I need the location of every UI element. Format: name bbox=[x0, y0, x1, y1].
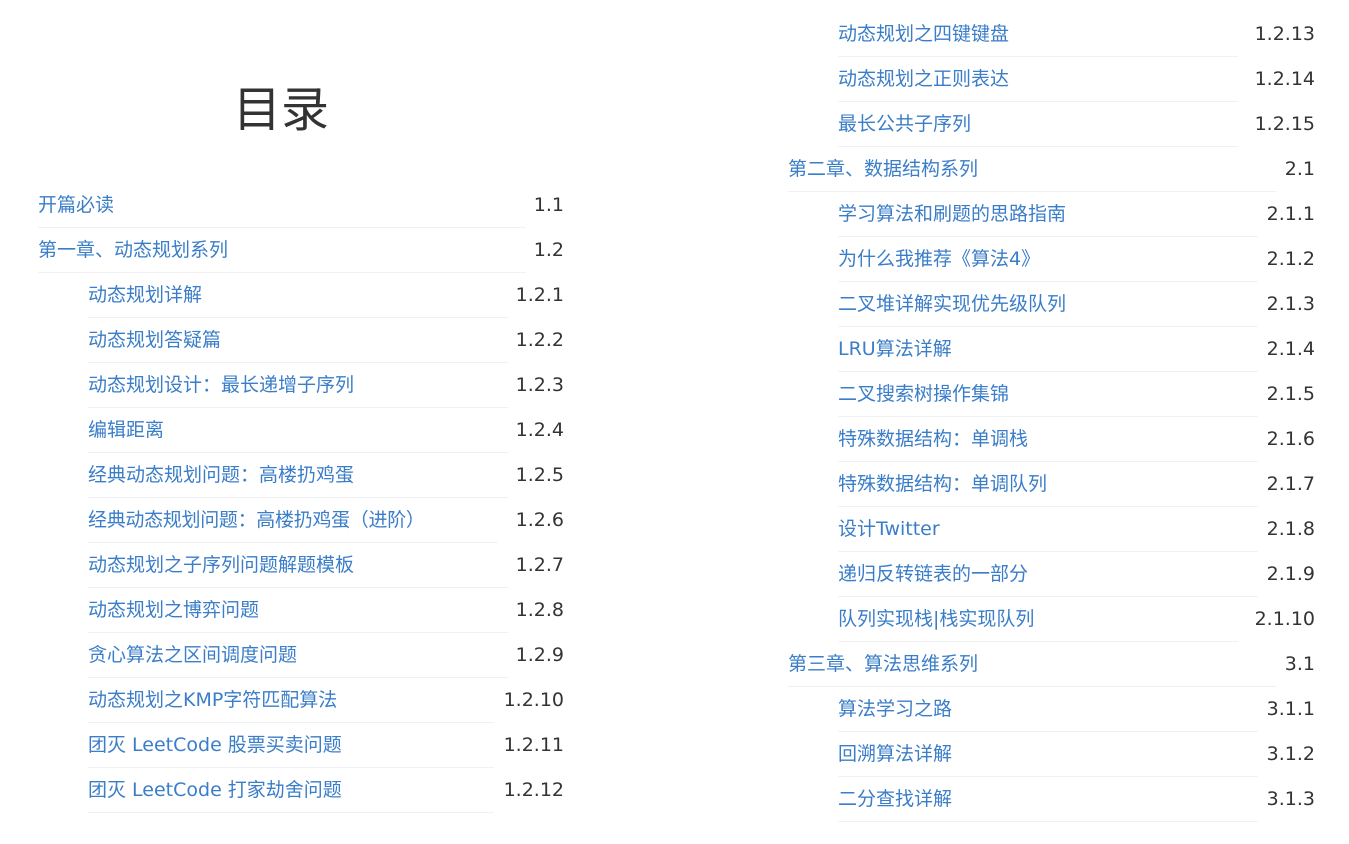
toc-entry: 回溯算法详解 3.1.2 bbox=[838, 732, 1315, 777]
toc-entry: 动态规划之四键键盘 1.2.13 bbox=[838, 12, 1315, 57]
toc-link[interactable]: 经典动态规划问题：高楼扔鸡蛋 bbox=[88, 453, 508, 498]
toc-link[interactable]: 二叉搜索树操作集锦 bbox=[838, 372, 1258, 417]
toc-entry: 动态规划之子序列问题解题模板 1.2.7 bbox=[88, 543, 564, 588]
toc-entry: 设计Twitter 2.1.8 bbox=[838, 507, 1315, 552]
toc-entry: 第三章、算法思维系列 3.1 bbox=[788, 642, 1315, 687]
toc-link[interactable]: LRU算法详解 bbox=[838, 327, 1258, 372]
toc-number: 1.2.9 bbox=[515, 644, 564, 666]
toc-link[interactable]: 开篇必读 bbox=[38, 183, 526, 228]
toc-entry: 递归反转链表的一部分 2.1.9 bbox=[838, 552, 1315, 597]
toc-link[interactable]: 动态规划之四键键盘 bbox=[838, 12, 1238, 57]
toc-link[interactable]: 队列实现栈|栈实现队列 bbox=[838, 597, 1238, 642]
toc-entry: 经典动态规划问题：高楼扔鸡蛋（进阶） 1.2.6 bbox=[88, 498, 564, 543]
toc-entry: 为什么我推荐《算法4》 2.1.2 bbox=[838, 237, 1315, 282]
toc-entry: 学习算法和刷题的思路指南 2.1.1 bbox=[838, 192, 1315, 237]
toc-link[interactable]: 设计Twitter bbox=[838, 507, 1258, 552]
toc-link[interactable]: 动态规划答疑篇 bbox=[88, 318, 508, 363]
page-title: 目录 bbox=[232, 82, 329, 138]
toc-number: 1.2.14 bbox=[1254, 68, 1315, 90]
toc-link[interactable]: 为什么我推荐《算法4》 bbox=[838, 237, 1258, 282]
toc-entry: 贪心算法之区间调度问题 1.2.9 bbox=[88, 633, 564, 678]
toc-number: 1.2 bbox=[533, 239, 564, 261]
toc-number: 1.2.7 bbox=[515, 554, 564, 576]
toc-link[interactable]: 团灭 LeetCode 打家劫舍问题 bbox=[88, 768, 494, 813]
toc-link[interactable]: 编辑距离 bbox=[88, 408, 508, 453]
toc-number: 2.1 bbox=[1284, 158, 1315, 180]
toc-entry: 动态规划设计：最长递增子序列 1.2.3 bbox=[88, 363, 564, 408]
toc-link[interactable]: 动态规划设计：最长递增子序列 bbox=[88, 363, 508, 408]
toc-number: 3.1 bbox=[1284, 653, 1315, 675]
toc-number: 2.1.7 bbox=[1266, 473, 1315, 495]
toc-link[interactable]: 贪心算法之区间调度问题 bbox=[88, 633, 508, 678]
toc-number: 1.2.10 bbox=[503, 689, 564, 711]
toc-link[interactable]: 动态规划之子序列问题解题模板 bbox=[88, 543, 508, 588]
toc-link[interactable]: 动态规划之KMP字符匹配算法 bbox=[88, 678, 494, 723]
toc-entry: 团灭 LeetCode 打家劫舍问题 1.2.12 bbox=[88, 768, 564, 813]
toc-link[interactable]: 算法学习之路 bbox=[838, 687, 1258, 732]
toc-entry: 最长公共子序列 1.2.15 bbox=[838, 102, 1315, 147]
toc-number: 2.1.3 bbox=[1266, 293, 1315, 315]
toc-entry: 算法学习之路 3.1.1 bbox=[838, 687, 1315, 732]
toc-link[interactable]: 二分查找详解 bbox=[838, 777, 1258, 822]
toc-entry: 动态规划之正则表达 1.2.14 bbox=[838, 57, 1315, 102]
toc-number: 3.1.3 bbox=[1266, 788, 1315, 810]
toc-entry: 二叉堆详解实现优先级队列 2.1.3 bbox=[838, 282, 1315, 327]
toc-number: 3.1.1 bbox=[1266, 698, 1315, 720]
toc-link[interactable]: 特殊数据结构：单调栈 bbox=[838, 417, 1258, 462]
toc-link[interactable]: 团灭 LeetCode 股票买卖问题 bbox=[88, 723, 494, 768]
toc-link[interactable]: 动态规划之博弈问题 bbox=[88, 588, 508, 633]
toc-number: 3.1.2 bbox=[1266, 743, 1315, 765]
toc-entry: LRU算法详解 2.1.4 bbox=[838, 327, 1315, 372]
toc-entry: 动态规划答疑篇 1.2.2 bbox=[88, 318, 564, 363]
toc-number: 1.2.13 bbox=[1254, 23, 1315, 45]
toc-number: 1.2.8 bbox=[515, 599, 564, 621]
toc-number: 1.2.5 bbox=[515, 464, 564, 486]
toc-link[interactable]: 动态规划之正则表达 bbox=[838, 57, 1238, 102]
toc-number: 1.2.2 bbox=[515, 329, 564, 351]
toc-number: 2.1.9 bbox=[1266, 563, 1315, 585]
toc-link[interactable]: 最长公共子序列 bbox=[838, 102, 1238, 147]
toc-entry: 动态规划详解 1.2.1 bbox=[88, 273, 564, 318]
toc-number: 2.1.4 bbox=[1266, 338, 1315, 360]
toc-link[interactable]: 学习算法和刷题的思路指南 bbox=[838, 192, 1258, 237]
toc-number: 2.1.8 bbox=[1266, 518, 1315, 540]
toc-entry: 经典动态规划问题：高楼扔鸡蛋 1.2.5 bbox=[88, 453, 564, 498]
toc-link[interactable]: 第三章、算法思维系列 bbox=[788, 642, 1276, 687]
toc-number: 2.1.10 bbox=[1254, 608, 1315, 630]
toc-entry: 二叉搜索树操作集锦 2.1.5 bbox=[838, 372, 1315, 417]
toc-link[interactable]: 第一章、动态规划系列 bbox=[38, 228, 526, 273]
toc-entry: 第二章、数据结构系列 2.1 bbox=[788, 147, 1315, 192]
toc-entry: 第一章、动态规划系列 1.2 bbox=[38, 228, 564, 273]
toc-entry: 动态规划之博弈问题 1.2.8 bbox=[88, 588, 564, 633]
toc-link[interactable]: 动态规划详解 bbox=[88, 273, 508, 318]
toc-entry: 特殊数据结构：单调队列 2.1.7 bbox=[838, 462, 1315, 507]
toc-number: 1.2.3 bbox=[515, 374, 564, 396]
toc-number: 1.2.11 bbox=[503, 734, 564, 756]
toc-number: 1.2.15 bbox=[1254, 113, 1315, 135]
toc-link[interactable]: 经典动态规划问题：高楼扔鸡蛋（进阶） bbox=[88, 498, 498, 543]
toc-entry: 团灭 LeetCode 股票买卖问题 1.2.11 bbox=[88, 723, 564, 768]
toc-number: 2.1.2 bbox=[1266, 248, 1315, 270]
toc-number: 2.1.5 bbox=[1266, 383, 1315, 405]
toc-entry: 二分查找详解 3.1.3 bbox=[838, 777, 1315, 822]
toc-number: 1.2.12 bbox=[503, 779, 564, 801]
toc-entry: 开篇必读 1.1 bbox=[38, 183, 564, 228]
toc-number: 1.1 bbox=[533, 194, 564, 216]
toc-link[interactable]: 第二章、数据结构系列 bbox=[788, 147, 1276, 192]
toc-number: 1.2.4 bbox=[515, 419, 564, 441]
toc-number: 2.1.1 bbox=[1266, 203, 1315, 225]
toc-link[interactable]: 递归反转链表的一部分 bbox=[838, 552, 1258, 597]
toc-number: 2.1.6 bbox=[1266, 428, 1315, 450]
toc-number: 1.2.6 bbox=[515, 509, 564, 531]
toc-entry: 队列实现栈|栈实现队列 2.1.10 bbox=[838, 597, 1315, 642]
toc-number: 1.2.1 bbox=[515, 284, 564, 306]
toc-link[interactable]: 特殊数据结构：单调队列 bbox=[838, 462, 1258, 507]
toc-entry: 动态规划之KMP字符匹配算法 1.2.10 bbox=[88, 678, 564, 723]
toc-entry: 特殊数据结构：单调栈 2.1.6 bbox=[838, 417, 1315, 462]
toc-link[interactable]: 回溯算法详解 bbox=[838, 732, 1258, 777]
toc-entry: 编辑距离 1.2.4 bbox=[88, 408, 564, 453]
toc-link[interactable]: 二叉堆详解实现优先级队列 bbox=[838, 282, 1258, 327]
